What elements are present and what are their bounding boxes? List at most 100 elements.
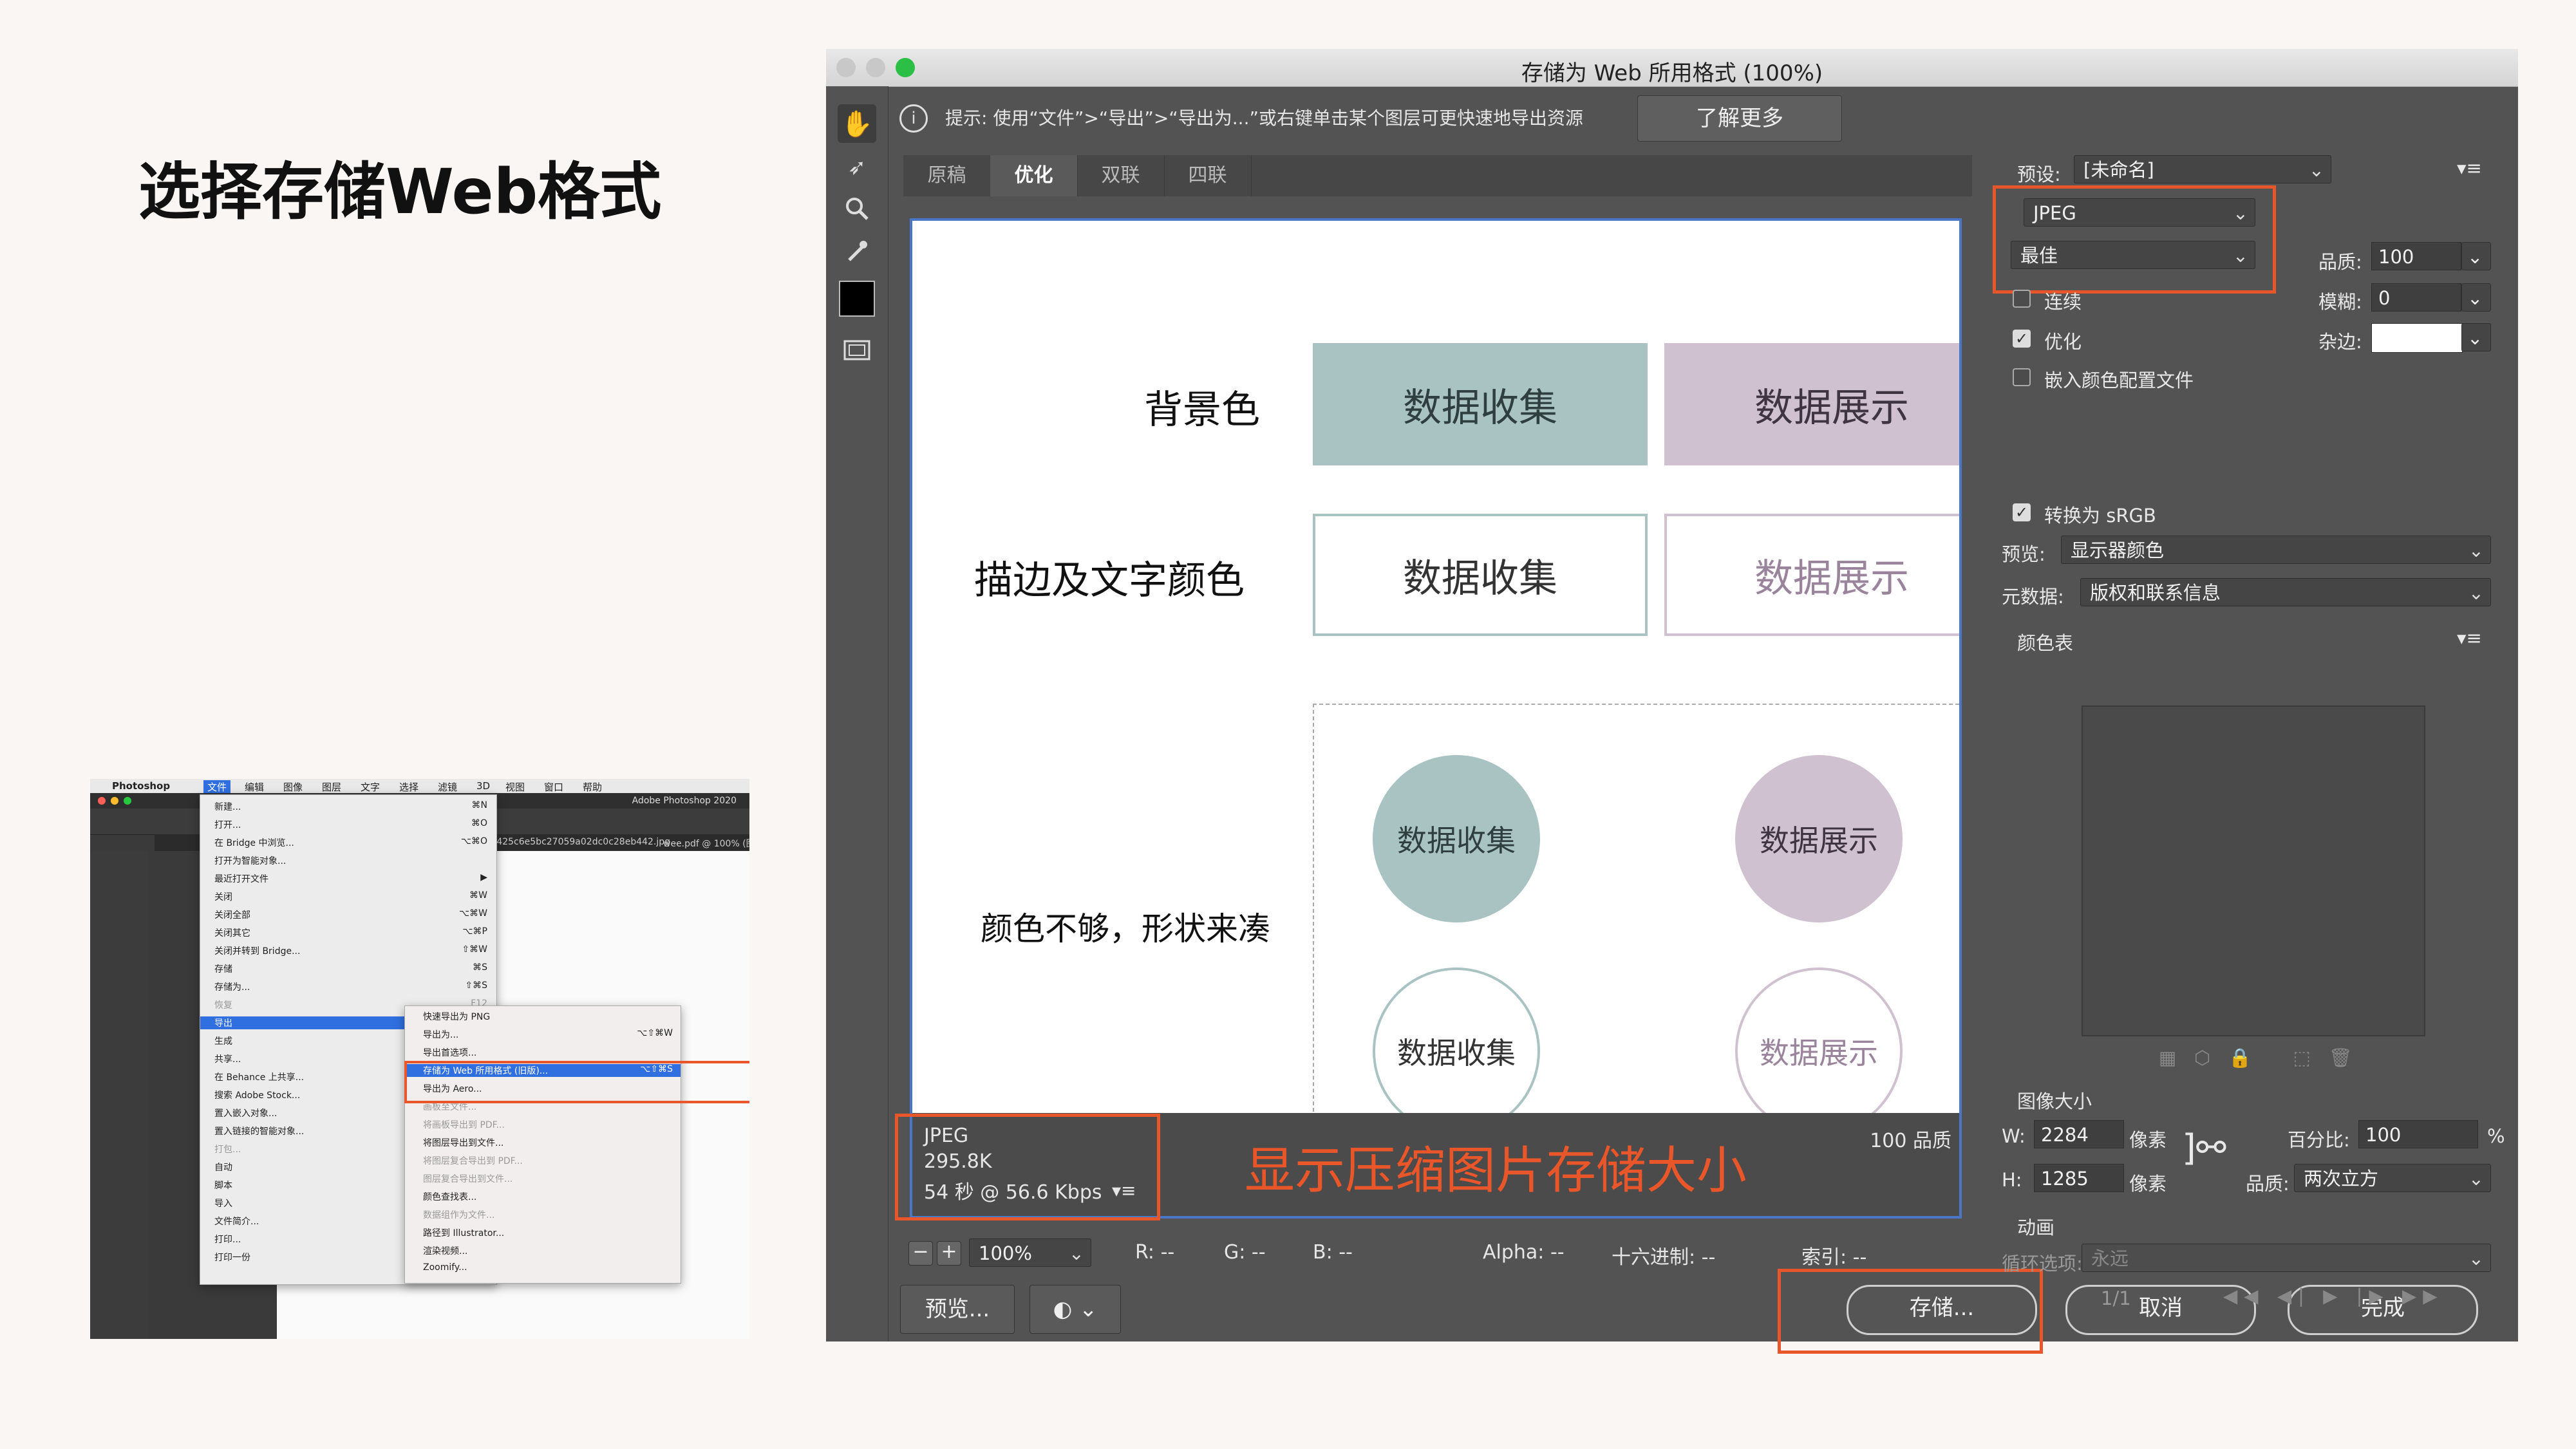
progressive-checkbox[interactable] bbox=[2013, 290, 2031, 308]
quality-slider-toggle[interactable]: ⌄ bbox=[2461, 242, 2491, 270]
file-menu-label: 共享... bbox=[214, 1054, 241, 1065]
menu-window[interactable]: 窗口 bbox=[544, 780, 563, 794]
zoom-dot-icon[interactable] bbox=[124, 797, 131, 805]
file-menu-item[interactable]: 新建... ⌘N bbox=[200, 800, 496, 813]
optimized-checkbox[interactable]: ✓ bbox=[2013, 330, 2031, 348]
learn-more-button[interactable]: 了解更多 bbox=[1637, 95, 1842, 142]
export-menu-item[interactable]: 快速导出为 PNG bbox=[405, 1010, 681, 1023]
export-menu-item[interactable]: 导出首选项... bbox=[405, 1046, 681, 1059]
file-menu-item[interactable]: 最近打开文件 ▶ bbox=[200, 872, 496, 885]
file-menu-label: 最近打开文件 bbox=[214, 874, 268, 884]
preset-select[interactable]: [未命名] ⌄ bbox=[2074, 155, 2331, 183]
resample-select[interactable]: 两次立方 ⌄ bbox=[2294, 1164, 2491, 1192]
menu-layer[interactable]: 图层 bbox=[322, 780, 341, 794]
export-menu-item[interactable]: Zoomify... bbox=[405, 1262, 681, 1275]
color-table-menu-icon[interactable]: ▾≡ bbox=[2457, 627, 2482, 649]
export-menu-item[interactable]: 将图层复合导出到 PDF... bbox=[405, 1154, 681, 1167]
file-menu-label: 在 Bridge 中浏览... bbox=[214, 838, 294, 848]
tab-optimized[interactable]: 优化 bbox=[990, 155, 1078, 196]
loop-select[interactable]: 永远 ⌄ bbox=[2082, 1244, 2491, 1272]
blur-slider-toggle[interactable]: ⌄ bbox=[2461, 283, 2491, 312]
preview-canvas[interactable]: 背景色 数据收集 数据展示 描边及文字颜色 数据收集 数据展示 颜色不够，形状来… bbox=[910, 218, 1962, 1118]
readout-alpha: Alpha: -- bbox=[1483, 1241, 1565, 1264]
export-menu-item[interactable]: 数据组作为文件... bbox=[405, 1208, 681, 1221]
preset-menu-icon[interactable]: ▾≡ bbox=[2457, 157, 2482, 179]
file-menu-label: 恢复 bbox=[214, 1000, 232, 1011]
animation-controls[interactable]: ◀◀ ◀| ▶ |▶ ▶▶ bbox=[2223, 1285, 2444, 1307]
slice-select-tool-icon[interactable]: ➶ bbox=[838, 148, 876, 187]
loop-label: 循环选项: bbox=[2002, 1253, 2083, 1275]
menu-help[interactable]: 帮助 bbox=[583, 780, 602, 794]
export-menu-item[interactable]: 图层复合导出到文件... bbox=[405, 1172, 681, 1185]
export-menu-item[interactable]: 渲染视频... bbox=[405, 1244, 681, 1257]
hand-tool-icon[interactable]: ✋ bbox=[838, 104, 876, 143]
export-menu-item[interactable]: 导出为... ⌥⇧⌘W bbox=[405, 1028, 681, 1041]
annotation-box-save bbox=[1778, 1269, 2043, 1354]
close-dot-icon[interactable] bbox=[98, 797, 106, 805]
file-menu-shortcut: ⌘O bbox=[471, 818, 487, 828]
menu-file[interactable]: 文件 bbox=[203, 780, 231, 794]
link-constrain-icon[interactable]: ]⚯ bbox=[2182, 1130, 2226, 1166]
progressive-label: 连续 bbox=[2044, 291, 2082, 313]
toggle-slices-icon[interactable] bbox=[838, 331, 876, 369]
width-field[interactable]: 2284 bbox=[2034, 1120, 2124, 1148]
matte-label: 杂边: bbox=[2318, 331, 2362, 353]
zoom-in-button[interactable]: + bbox=[937, 1241, 961, 1266]
export-menu-item[interactable]: 路径到 Illustrator... bbox=[405, 1226, 681, 1239]
doc-tab-1[interactable]: 0bef425c6e5bc27059a02dc0c28eb442.jpg... bbox=[476, 837, 679, 847]
annotation-text: 显示压缩图片存储大小 bbox=[1245, 1142, 1747, 1200]
menu-view[interactable]: 视图 bbox=[505, 780, 525, 794]
blur-field[interactable]: 0 bbox=[2371, 283, 2461, 312]
menu-type[interactable]: 文字 bbox=[361, 780, 380, 794]
export-menu-item[interactable]: 颜色查找表... bbox=[405, 1190, 681, 1203]
eyedropper-tool-icon[interactable] bbox=[838, 232, 876, 270]
export-menu-item[interactable]: 将图层导出到文件... bbox=[405, 1136, 681, 1149]
quality-field[interactable]: 100 bbox=[2371, 242, 2461, 270]
file-menu-label: 打印... bbox=[214, 1235, 241, 1245]
menu-edit[interactable]: 编辑 bbox=[245, 780, 264, 794]
menu-3d[interactable]: 3D bbox=[476, 780, 490, 792]
file-menu-item[interactable]: 关闭并转到 Bridge... ⇧⌘W bbox=[200, 944, 496, 957]
matte-color-swatch[interactable] bbox=[2371, 323, 2463, 353]
readout-index: 索引: -- bbox=[1801, 1246, 1867, 1269]
percent-label: 百分比: bbox=[2288, 1129, 2350, 1151]
minimize-dot-icon[interactable] bbox=[111, 797, 118, 805]
percent-field[interactable]: 100 bbox=[2358, 1120, 2478, 1148]
tab-original[interactable]: 原稿 bbox=[903, 155, 991, 196]
file-menu-item[interactable]: 关闭 ⌘W bbox=[200, 890, 496, 903]
zoom-level-select[interactable]: 100% ⌄ bbox=[969, 1239, 1091, 1267]
preview-in-browser-button[interactable]: 预览... bbox=[900, 1285, 1015, 1334]
browser-select-button[interactable]: ◐ ⌄ bbox=[1029, 1285, 1121, 1334]
eyedropper-color-swatch[interactable] bbox=[838, 279, 876, 318]
file-menu-item[interactable]: 存储 ⌘S bbox=[200, 962, 496, 975]
height-field[interactable]: 1285 bbox=[2034, 1164, 2124, 1192]
export-menu-label: 将画板导出到 PDF... bbox=[423, 1120, 505, 1130]
file-menu-shortcut: ⇧⌘S bbox=[465, 980, 487, 991]
metadata-select[interactable]: 版权和联系信息 ⌄ bbox=[2080, 578, 2491, 606]
file-menu-item[interactable]: 打开为智能对象... bbox=[200, 854, 496, 867]
embed-profile-checkbox[interactable] bbox=[2013, 368, 2031, 386]
matte-select[interactable]: ⌄ bbox=[2461, 323, 2491, 351]
height-label: H: bbox=[2002, 1169, 2022, 1191]
doc-tab-2[interactable]: wee.pdf @ 100% (图 bbox=[663, 837, 749, 850]
menu-photoshop[interactable]: Photoshop bbox=[112, 780, 170, 792]
zoom-out-button[interactable]: − bbox=[908, 1241, 933, 1266]
file-menu-item[interactable]: 关闭其它 ⌥⌘P bbox=[200, 926, 496, 939]
file-menu-item[interactable]: 存储为... ⇧⌘S bbox=[200, 980, 496, 993]
file-menu-item[interactable]: 打开... ⌘O bbox=[200, 818, 496, 831]
file-menu-item[interactable]: 在 Bridge 中浏览... ⌥⌘O bbox=[200, 836, 496, 849]
zoom-tool-icon[interactable] bbox=[838, 189, 876, 228]
tab-4-up[interactable]: 四联 bbox=[1164, 155, 1252, 196]
file-menu-label: 关闭其它 bbox=[214, 928, 250, 939]
menu-select[interactable]: 选择 bbox=[399, 780, 418, 794]
readout-g: G: -- bbox=[1224, 1241, 1266, 1264]
export-menu-item[interactable]: 将画板导出到 PDF... bbox=[405, 1118, 681, 1131]
file-menu-label: 置入链接的智能对象... bbox=[214, 1126, 305, 1137]
file-menu-item[interactable]: 关闭全部 ⌥⌘W bbox=[200, 908, 496, 921]
quality-label: 品质: bbox=[2318, 251, 2362, 273]
menu-filter[interactable]: 滤镜 bbox=[438, 780, 457, 794]
preview-select[interactable]: 显示器颜色 ⌄ bbox=[2061, 536, 2491, 564]
tab-2-up[interactable]: 双联 bbox=[1077, 155, 1165, 196]
convert-srgb-checkbox[interactable]: ✓ bbox=[2013, 503, 2031, 521]
menu-image[interactable]: 图像 bbox=[283, 780, 303, 794]
